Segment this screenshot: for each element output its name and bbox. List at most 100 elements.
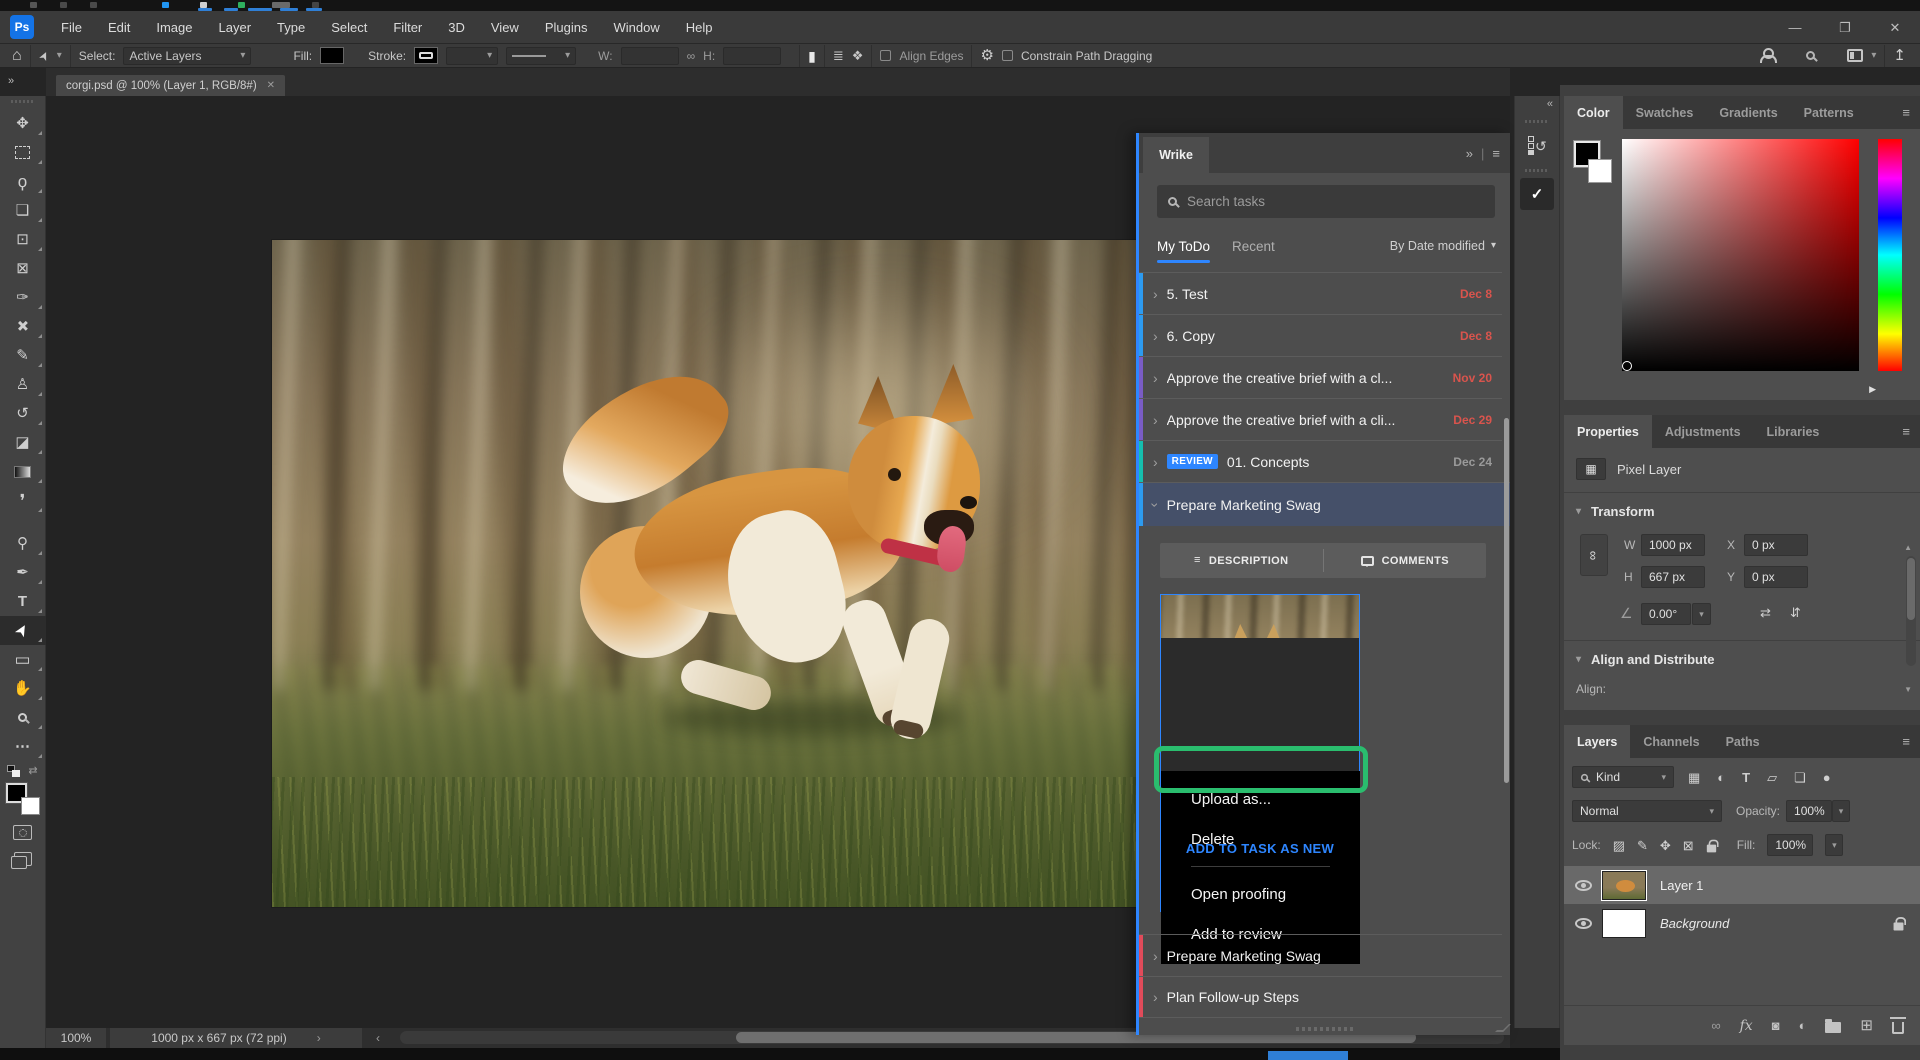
menu-view[interactable]: View — [478, 11, 532, 44]
chevron-right-icon[interactable]: › — [1153, 413, 1158, 427]
lock-all-icon[interactable] — [1707, 844, 1716, 852]
dock-collapse-icon[interactable]: « — [1515, 96, 1559, 112]
tool-rectangle-shape[interactable]: ▭ — [0, 645, 46, 674]
menu-filter[interactable]: Filter — [380, 11, 435, 44]
tab-recent[interactable]: Recent — [1232, 231, 1275, 261]
chevron-right-icon[interactable]: › — [1153, 371, 1158, 385]
layer-name[interactable]: Layer 1 — [1660, 878, 1703, 893]
flip-horizontal-icon[interactable]: ⇄ — [1760, 606, 1771, 619]
new-layer-icon[interactable]: ⊞ — [1860, 1018, 1873, 1033]
tool-path-selection[interactable]: ➤ — [0, 616, 46, 645]
lock-artboard-icon[interactable]: ⊠ — [1683, 839, 1694, 852]
h-input[interactable]: 667 px — [1641, 566, 1705, 588]
chevron-right-icon[interactable]: › — [1153, 455, 1158, 469]
wrike-plugin-dock-icon[interactable]: ↻ — [1520, 129, 1554, 161]
comments-button[interactable]: COMMENTS — [1324, 543, 1487, 578]
panel-menu-icon[interactable]: ≡ — [1492, 146, 1500, 161]
default-colors-icon[interactable] — [7, 765, 20, 777]
tool-frame[interactable]: ⊠ — [0, 254, 46, 283]
align-edges-checkbox[interactable] — [880, 50, 891, 61]
menu-select[interactable]: Select — [318, 11, 380, 44]
attachment-thumbnail[interactable] — [1161, 595, 1359, 638]
lock-pixels-icon[interactable]: ✎ — [1637, 839, 1648, 852]
filter-pixel-layers-icon[interactable]: ▦ — [1688, 771, 1700, 784]
zoom-level-field[interactable]: 100% — [46, 1028, 106, 1048]
home-icon[interactable]: ⌂ — [12, 48, 22, 64]
tab-libraries[interactable]: Libraries — [1754, 415, 1833, 448]
wrike-panel-tab[interactable]: Wrike — [1143, 137, 1209, 173]
blend-mode-dropdown[interactable]: Normal ▾ — [1572, 800, 1722, 822]
y-input[interactable]: 0 px — [1744, 566, 1808, 588]
tab-swatches[interactable]: Swatches — [1623, 96, 1707, 129]
height-input[interactable] — [723, 47, 781, 65]
tab-gradients[interactable]: Gradients — [1706, 96, 1790, 129]
tab-layers[interactable]: Layers — [1564, 725, 1630, 758]
menu-image[interactable]: Image — [143, 11, 205, 44]
layer-row-layer1[interactable]: Layer 1 — [1564, 866, 1920, 904]
toolbar-grip[interactable] — [11, 100, 35, 103]
tool-dodge[interactable]: ⚲ — [0, 529, 46, 558]
align-section-header[interactable]: ▾ Align and Distribute — [1576, 652, 1715, 667]
share-profile-icon[interactable] — [1759, 48, 1774, 63]
angle-dropdown[interactable]: ▾ — [1692, 603, 1711, 625]
tools-ellipsis[interactable]: ⋯ — [0, 732, 46, 761]
task-row[interactable]: › REVIEW 01. Concepts Dec 24 — [1139, 440, 1502, 482]
task-row[interactable]: › Prepare Marketing Swag — [1139, 934, 1502, 976]
color-field-cursor[interactable] — [1622, 361, 1632, 371]
layer-name[interactable]: Background — [1660, 916, 1729, 931]
panel-menu-icon[interactable]: ≡ — [1902, 735, 1910, 748]
tab-paths[interactable]: Paths — [1713, 725, 1773, 758]
angle-input[interactable]: 0.00° — [1641, 603, 1691, 625]
close-icon[interactable]: ✕ — [267, 81, 275, 91]
menu-edit[interactable]: Edit — [95, 11, 143, 44]
properties-scrollbar[interactable] — [1906, 556, 1916, 666]
tool-blur[interactable]: ❜ — [0, 486, 46, 515]
gear-icon[interactable]: ⚙ — [980, 48, 993, 63]
task-row-selected[interactable]: › Prepare Marketing Swag — [1139, 482, 1510, 526]
w-input[interactable]: 1000 px — [1641, 534, 1705, 556]
restore-button[interactable]: ❐ — [1820, 11, 1870, 44]
task-row[interactable]: › Plan Follow-up Steps — [1139, 976, 1502, 1018]
chevron-right-icon[interactable]: › — [1153, 990, 1158, 1004]
tool-preset-icon[interactable]: ➤ — [36, 48, 51, 62]
tool-crop[interactable]: ⊡ — [0, 225, 46, 254]
tab-my-todo[interactable]: My ToDo — [1157, 231, 1210, 261]
filter-shape-layers-icon[interactable]: ▱ — [1767, 771, 1777, 784]
chevron-right-icon[interactable]: › — [1153, 329, 1158, 343]
task-row[interactable]: › Approve the creative brief with a cli.… — [1139, 398, 1502, 440]
chevron-right-icon[interactable]: › — [317, 1032, 321, 1044]
menu-item-open-proofing[interactable]: Open proofing — [1161, 874, 1360, 914]
menu-window[interactable]: Window — [600, 11, 672, 44]
tool-object-selection[interactable]: ❏ — [0, 196, 46, 225]
delete-layer-icon[interactable] — [1892, 1022, 1904, 1034]
kind-filter-dropdown[interactable]: Kind ▾ — [1572, 766, 1674, 788]
tab-color[interactable]: Color — [1564, 96, 1623, 129]
lock-position-icon[interactable]: ✥ — [1660, 839, 1671, 852]
stroke-type-dropdown[interactable]: ▾ — [506, 47, 576, 65]
filter-toggle-icon[interactable]: ● — [1823, 771, 1831, 784]
task-row[interactable]: › 6. Copy Dec 8 — [1139, 314, 1502, 356]
new-adjustment-layer-icon[interactable]: ◐ — [1799, 1019, 1807, 1032]
tab-patterns[interactable]: Patterns — [1791, 96, 1867, 129]
tool-type[interactable]: T — [0, 587, 46, 616]
foreground-background-swatches[interactable] — [1574, 141, 1618, 185]
stroke-width-dropdown[interactable]: ▾ — [446, 47, 498, 65]
menu-3d[interactable]: 3D — [435, 11, 478, 44]
flip-vertical-icon[interactable]: ⇵ — [1790, 606, 1801, 619]
tool-rectangular-marquee[interactable] — [0, 138, 46, 167]
menu-plugins[interactable]: Plugins — [532, 11, 601, 44]
quick-mask-button[interactable] — [13, 825, 32, 840]
chevron-right-icon[interactable]: › — [1153, 287, 1158, 301]
wrike-search-box[interactable] — [1157, 185, 1495, 218]
tool-move[interactable]: ✥ — [0, 109, 46, 138]
tool-hand[interactable]: ✋ — [0, 674, 46, 703]
chevron-left-icon[interactable]: ‹ — [376, 1032, 380, 1044]
tab-adjustments[interactable]: Adjustments — [1652, 415, 1754, 448]
shape-operations-icon[interactable]: ▮ — [808, 49, 816, 63]
layer-row-background[interactable]: Background — [1564, 904, 1920, 942]
tool-pen[interactable]: ✒ — [0, 558, 46, 587]
search-icon[interactable] — [1806, 51, 1815, 60]
menu-item-upload-as[interactable]: Upload as... — [1161, 779, 1360, 819]
wrike-resize-grip[interactable] — [1296, 1027, 1354, 1031]
menu-help[interactable]: Help — [673, 11, 726, 44]
